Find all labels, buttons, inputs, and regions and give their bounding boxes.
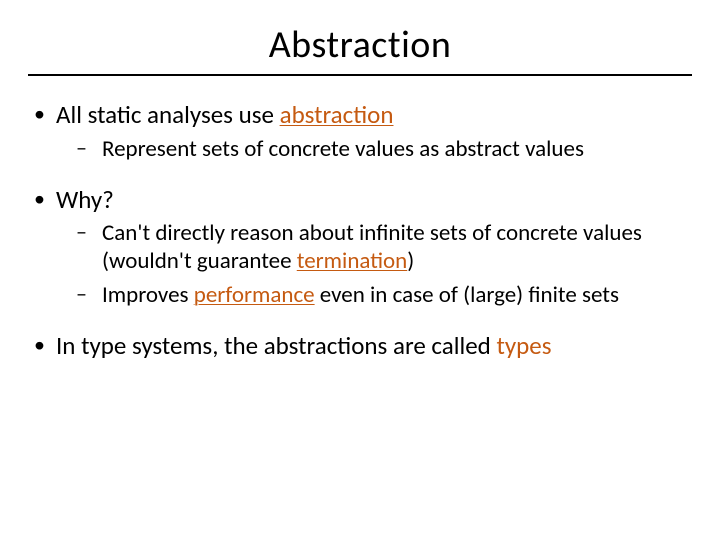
text: )	[407, 247, 414, 275]
sub-bullet: Represent sets of concrete values as abs…	[68, 135, 692, 163]
bullet-abstraction: All static analyses use abstraction Repr…	[28, 100, 692, 163]
keyword-termination: termination	[297, 247, 408, 275]
text: Why?	[56, 184, 114, 215]
text: All static analyses use	[56, 99, 280, 130]
text: even in case of (large) finite sets	[315, 281, 619, 309]
keyword-types: types	[496, 330, 551, 361]
text: In type systems, the abstractions are ca…	[56, 330, 496, 361]
sub-bullet-termination: Can't directly reason about infinite set…	[68, 219, 692, 275]
keyword-performance: performance	[194, 281, 315, 309]
sub-list: Can't directly reason about infinite set…	[56, 219, 692, 309]
bullet-list: All static analyses use abstraction Repr…	[28, 100, 692, 362]
title-rule	[28, 74, 692, 76]
sub-list: Represent sets of concrete values as abs…	[56, 135, 692, 163]
slide: Abstraction All static analyses use abst…	[0, 0, 720, 540]
sub-bullet-performance: Improves performance even in case of (la…	[68, 281, 692, 309]
slide-body: All static analyses use abstraction Repr…	[28, 100, 692, 362]
keyword-abstraction: abstraction	[280, 99, 394, 130]
bullet-types: In type systems, the abstractions are ca…	[28, 331, 692, 362]
bullet-why: Why? Can't directly reason about infinit…	[28, 185, 692, 310]
text: Improves	[102, 281, 194, 309]
slide-title: Abstraction	[28, 22, 692, 68]
